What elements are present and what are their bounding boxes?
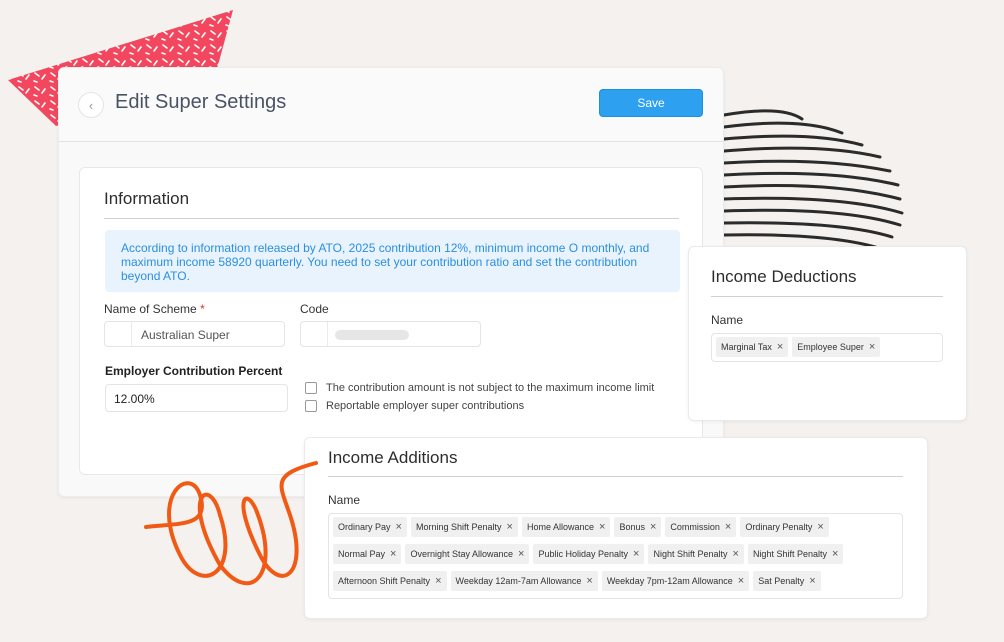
decorative-orange-scribble (144, 461, 318, 586)
close-icon[interactable]: × (586, 575, 592, 587)
information-card: Information According to information rel… (79, 167, 703, 475)
tag-label: Bonus (619, 522, 645, 532)
tag-label: Marginal Tax (721, 342, 772, 352)
tag-label: Home Allowance (526, 522, 594, 532)
scheme-name-value: Australian Super (141, 328, 230, 342)
tag-label: Morning Shift Penalty (415, 522, 502, 532)
reportable-checkbox-label: Reportable employer super contributions (326, 400, 525, 412)
close-icon[interactable]: × (507, 521, 513, 533)
tag-label: Ordinary Pay (338, 522, 391, 532)
save-button[interactable]: Save (599, 89, 703, 117)
tag-label: Commission (670, 522, 720, 532)
additions-tag-row: Afternoon Shift Penalty × Weekday 12am-7am… (333, 571, 821, 591)
deductions-name-label: Name (711, 313, 744, 327)
close-icon[interactable]: × (869, 341, 875, 353)
reportable-checkbox[interactable] (305, 400, 317, 412)
information-title: Information (104, 189, 190, 208)
deductions-tag-input[interactable]: Marginal Tax × Employee Super × (711, 333, 943, 362)
required-mark: * (200, 302, 205, 316)
tag-chip: Weekday 12am-7am Allowance × (450, 571, 598, 591)
employer-contribution-input[interactable]: 12.00% (105, 384, 288, 412)
additions-tag-row: Ordinary Pay × Morning Shift Penalty × Home … (333, 517, 829, 537)
back-button[interactable]: ‹ (78, 92, 104, 118)
income-deductions-card: Income Deductions Name Marginal Tax × Empl… (688, 246, 967, 421)
tag-label: Night Shift Penalty (653, 549, 728, 559)
divider (328, 476, 903, 477)
tag-chip: Public Holiday Penalty × (533, 544, 645, 564)
edit-super-settings-panel: ‹ Edit Super Settings Save Information A… (58, 67, 724, 497)
info-notice: According to information released by ATO… (105, 230, 680, 292)
income-additions-card: Income Additions Name Ordinary Pay × Morni… (304, 437, 928, 619)
employer-contribution-value: 12.00% (114, 392, 155, 406)
input-prefix (105, 322, 132, 346)
code-label: Code (300, 302, 329, 316)
tag-chip: Home Allowance × (521, 517, 611, 537)
scheme-name-input[interactable]: Australian Super (104, 321, 285, 347)
code-input[interactable] (300, 321, 481, 347)
tag-label: Weekday 12am-7am Allowance (455, 576, 582, 586)
close-icon[interactable]: × (650, 521, 656, 533)
tag-chip: Commission × (665, 517, 737, 537)
input-prefix (301, 322, 328, 346)
close-icon[interactable]: × (435, 575, 441, 587)
scheme-name-label: Name of Scheme * (104, 302, 205, 316)
close-icon[interactable]: × (599, 521, 605, 533)
decorative-scribble-circle (722, 109, 904, 251)
close-icon[interactable]: × (809, 575, 815, 587)
close-icon[interactable]: × (633, 548, 639, 560)
close-icon[interactable]: × (390, 548, 396, 560)
tag-chip: Night Shift Penalty × (747, 544, 844, 564)
divider (104, 218, 679, 219)
tag-label: Sat Penalty (758, 576, 805, 586)
tag-chip: Morning Shift Penalty × (410, 517, 518, 537)
tag-label: Overnight Stay Allowance (410, 549, 514, 559)
tag-chip: Bonus × (614, 517, 662, 537)
checkbox-reportable-row[interactable]: Reportable employer super contributions (305, 400, 524, 412)
close-icon[interactable]: × (832, 548, 838, 560)
tag-chip: Ordinary Pay × (333, 517, 407, 537)
income-deductions-title: Income Deductions (711, 267, 857, 286)
max-income-checkbox-label: The contribution amount is not subject t… (326, 382, 655, 394)
close-icon[interactable]: × (733, 548, 739, 560)
tag-label: Normal Pay (338, 549, 386, 559)
scheme-name-label-text: Name of Scheme (104, 302, 197, 316)
close-icon[interactable]: × (396, 521, 402, 533)
tag-chip: Sat Penalty × (753, 571, 821, 591)
tag-chip: Normal Pay × (333, 544, 402, 564)
tag-chip: Employee Super × (792, 337, 881, 357)
page-title: Edit Super Settings (115, 91, 287, 113)
employer-contribution-label: Employer Contribution Percent (105, 364, 283, 378)
tag-label: Ordinary Penalty (745, 522, 813, 532)
close-icon[interactable]: × (777, 341, 783, 353)
tag-label: Afternoon Shift Penalty (338, 576, 431, 586)
additions-tag-input[interactable]: Ordinary Pay × Morning Shift Penalty × Home … (328, 513, 903, 599)
close-icon[interactable]: × (817, 521, 823, 533)
chevron-left-icon: ‹ (88, 97, 94, 113)
tag-label: Weekday 7pm-12am Allowance (606, 576, 733, 586)
loading-placeholder (335, 330, 409, 340)
additions-tag-row: Normal Pay × Overnight Stay Allowance × Publ… (333, 544, 844, 564)
tag-chip: Overnight Stay Allowance × (405, 544, 530, 564)
panel-header: ‹ Edit Super Settings Save (59, 68, 723, 142)
tag-chip: Afternoon Shift Penalty × (333, 571, 447, 591)
tag-chip: Marginal Tax × (716, 337, 789, 357)
tag-chip: Weekday 7pm-12am Allowance × (601, 571, 750, 591)
divider (711, 296, 943, 297)
max-income-checkbox[interactable] (305, 382, 317, 394)
close-icon[interactable]: × (725, 521, 731, 533)
income-additions-title: Income Additions (328, 448, 458, 467)
tag-chip: Night Shift Penalty × (648, 544, 744, 564)
deductions-tag-list: Marginal Tax × Employee Super × (716, 337, 881, 357)
tag-chip: Ordinary Penalty × (740, 517, 829, 537)
close-icon[interactable]: × (518, 548, 524, 560)
tag-label: Night Shift Penalty (752, 549, 827, 559)
tag-label: Employee Super (797, 342, 864, 352)
checkbox-max-income-row[interactable]: The contribution amount is not subject t… (305, 382, 654, 394)
tag-label: Public Holiday Penalty (538, 549, 629, 559)
close-icon[interactable]: × (738, 575, 744, 587)
